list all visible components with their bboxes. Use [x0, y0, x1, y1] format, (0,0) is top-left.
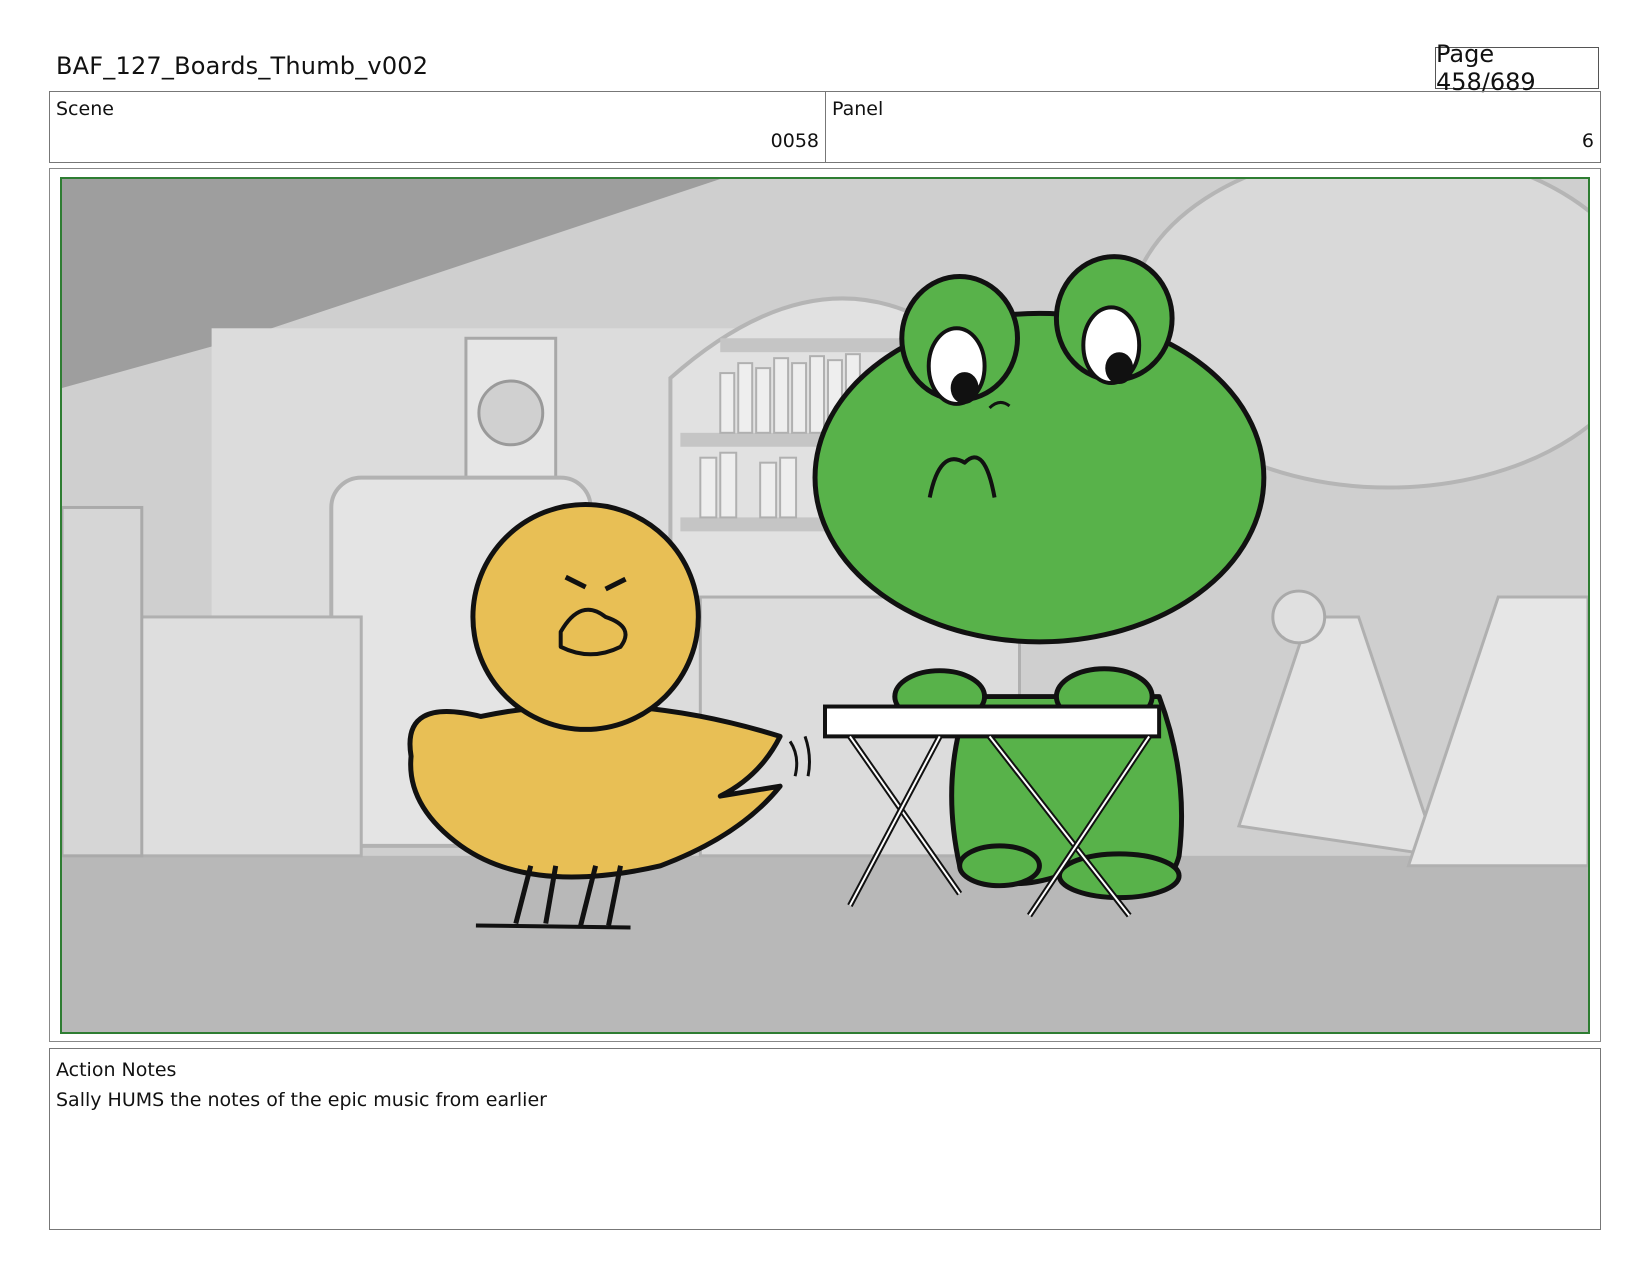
- action-notes-text: Sally HUMS the notes of the epic music f…: [56, 1089, 547, 1111]
- kitchen-cabinets: [130, 615, 363, 858]
- scene-value: 0058: [770, 130, 819, 152]
- action-notes-label: Action Notes: [56, 1059, 177, 1081]
- scene-label: Scene: [56, 98, 114, 120]
- scene-cell: Scene 0058: [50, 92, 826, 162]
- panel-value: 6: [1581, 130, 1594, 152]
- action-notes-box: Action Notes Sally HUMS the notes of the…: [49, 1048, 1601, 1230]
- storyboard-panel-image: [60, 177, 1590, 1034]
- panel-cell: Panel 6: [826, 92, 1600, 162]
- document-title: BAF_127_Boards_Thumb_v002: [56, 52, 429, 80]
- page-number: Page 458/689: [1436, 40, 1536, 96]
- storyboard-drawing: [62, 179, 1588, 1032]
- scene-panel-info-row: Scene 0058 Panel 6: [49, 91, 1601, 163]
- floor: [62, 855, 1588, 1032]
- page-number-box: Page 458/689: [1435, 40, 1599, 96]
- panel-label: Panel: [832, 98, 884, 120]
